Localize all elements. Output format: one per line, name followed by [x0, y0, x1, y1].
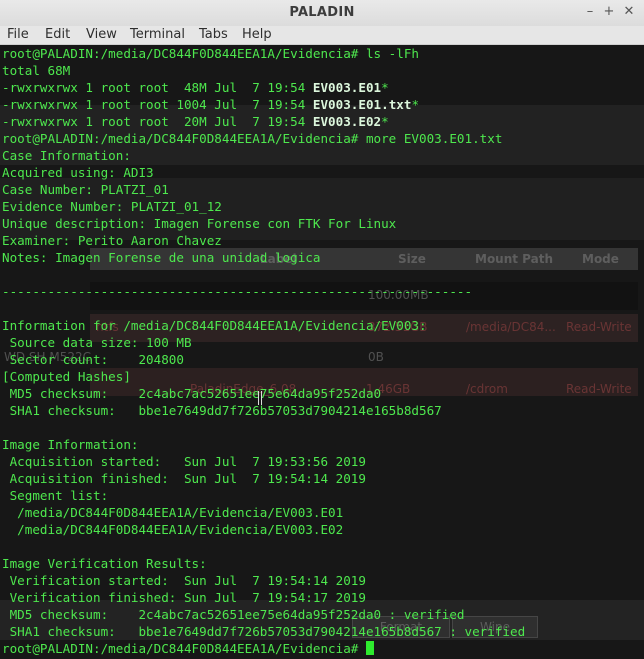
line-text: [Computed Hashes]: [2, 369, 131, 384]
menu-tabs[interactable]: Tabs: [199, 27, 228, 43]
line-text: Acquired using: ADI3: [2, 165, 154, 180]
line-text: Examiner: Perito Aaron Chavez: [2, 233, 222, 248]
line-text: /media/DC844F0D844EEA1A/Evidencia/EV003.…: [2, 505, 344, 520]
line-text: Acquisition finished: Sun Jul 7 19:54:14…: [2, 471, 366, 486]
file-name: EV003.E02: [312, 114, 382, 129]
line-text: root@PALADIN:/media/DC844F0D844EEA1A/Evi…: [2, 46, 420, 61]
terminal-line: Acquisition finished: Sun Jul 7 19:54:14…: [2, 470, 642, 487]
line-text: -rwxrwxrwx 1 root root 1004 Jul 7 19:54: [2, 97, 313, 112]
line-text: *: [381, 114, 389, 129]
line-text: Evidence Number: PLATZI_01_12: [2, 199, 222, 214]
line-text: Sector count: 204800: [2, 352, 184, 367]
line-text: Image Information:: [2, 437, 139, 452]
close-icon[interactable]: ✕: [621, 4, 637, 20]
terminal-line: -rwxrwxrwx 1 root root 20M Jul 7 19:54 E…: [2, 113, 642, 130]
terminal-line: root@PALADIN:/media/DC844F0D844EEA1A/Evi…: [2, 130, 642, 147]
line-text: Case Information:: [2, 148, 131, 163]
terminal-line: Unique description: Imagen Forense con F…: [2, 215, 642, 232]
terminal-line: /media/DC844F0D844EEA1A/Evidencia/EV003.…: [2, 504, 642, 521]
terminal-line: -rwxrwxrwx 1 root root 1004 Jul 7 19:54 …: [2, 96, 642, 113]
line-text: SHA1 checksum: bbe1e7649dd7f726b57053d79…: [2, 403, 442, 418]
line-text: Image Verification Results:: [2, 556, 207, 571]
terminal-line: Image Information:: [2, 436, 642, 453]
line-text: Source data size: 100 MB: [2, 335, 192, 350]
menu-file[interactable]: File: [7, 27, 29, 43]
file-name: EV003.E01: [312, 80, 382, 95]
line-text: *: [381, 80, 389, 95]
line-text: total 68M: [2, 63, 71, 78]
line-text: Acquisition started: Sun Jul 7 19:53:56 …: [2, 454, 366, 469]
line-text: MD5 checksum: 2c4abc7ac52651ee75e64da95f…: [2, 607, 465, 622]
terminal-line: /media/DC844F0D844EEA1A/Evidencia/EV003.…: [2, 521, 642, 538]
terminal-line: Image Verification Results:: [2, 555, 642, 572]
terminal-line: Sector count: 204800: [2, 351, 642, 368]
menu-terminal[interactable]: Terminal: [130, 27, 185, 43]
menu-edit[interactable]: Edit: [45, 27, 70, 43]
minimize-icon[interactable]: –: [582, 4, 598, 20]
terminal-line: SHA1 checksum: bbe1e7649dd7f726b57053d79…: [2, 623, 642, 640]
line-text: Segment list:: [2, 488, 109, 503]
text-cursor-icon: [258, 391, 262, 405]
terminal-line: Examiner: Perito Aaron Chavez: [2, 232, 642, 249]
terminal-line: ----------------------------------------…: [2, 283, 642, 300]
terminal-line: Acquired using: ADI3: [2, 164, 642, 181]
maximize-icon[interactable]: +: [601, 4, 617, 20]
menu-view[interactable]: View: [86, 27, 117, 43]
terminal-line: Verification finished: Sun Jul 7 19:54:1…: [2, 589, 642, 606]
terminal-line: total 68M: [2, 62, 642, 79]
terminal-line: Case Information:: [2, 147, 642, 164]
terminal-line: [Computed Hashes]: [2, 368, 642, 385]
terminal-line: Notes: Imagen Forense de una unidad logi…: [2, 249, 642, 266]
line-text: Information for /media/DC844F0D844EEA1A/…: [2, 318, 427, 333]
window-title: PALADIN: [289, 5, 355, 20]
line-text: -rwxrwxrwx 1 root root 20M Jul 7 19:54: [2, 114, 313, 129]
terminal-output: root@PALADIN:/media/DC844F0D844EEA1A/Evi…: [2, 45, 642, 657]
line-text: Verification finished: Sun Jul 7 19:54:1…: [2, 590, 366, 605]
terminal-line: SHA1 checksum: bbe1e7649dd7f726b57053d79…: [2, 402, 642, 419]
line-text: root@PALADIN:/media/DC844F0D844EEA1A/Evi…: [2, 131, 503, 146]
terminal-line: Evidence Number: PLATZI_01_12: [2, 198, 642, 215]
terminal-line: MD5 checksum: 2c4abc7ac52651ee75e64da95f…: [2, 606, 642, 623]
line-text: Notes: Imagen Forense de una unidad logi…: [2, 250, 321, 265]
terminal-line: Segment list:: [2, 487, 642, 504]
line-text: -rwxrwxrwx 1 root root 48M Jul 7 19:54: [2, 80, 313, 95]
title-bar[interactable]: PALADIN – + ✕: [0, 0, 644, 27]
line-text: SHA1 checksum: bbe1e7649dd7f726b57053d79…: [2, 624, 526, 639]
line-text: MD5 checksum: 2c4abc7ac52651ee75e64da95f…: [2, 386, 382, 401]
terminal-line: Information for /media/DC844F0D844EEA1A/…: [2, 317, 642, 334]
prompt-text: root@PALADIN:/media/DC844F0D844EEA1A/Evi…: [2, 641, 366, 656]
terminal-line: Acquisition started: Sun Jul 7 19:53:56 …: [2, 453, 642, 470]
menu-help[interactable]: Help: [242, 27, 272, 43]
file-name: EV003.E01.txt: [312, 97, 412, 112]
line-text: Unique description: Imagen Forense con F…: [2, 216, 397, 231]
menu-bar: File Edit View Terminal Tabs Help: [0, 26, 644, 45]
line-text: Case Number: PLATZI_01: [2, 182, 169, 197]
line-text: /media/DC844F0D844EEA1A/Evidencia/EV003.…: [2, 522, 344, 537]
terminal-line: -rwxrwxrwx 1 root root 48M Jul 7 19:54 E…: [2, 79, 642, 96]
terminal-area[interactable]: Label Size Mount Path Mode 100.00MB ntfs…: [0, 45, 644, 659]
line-text: *: [411, 97, 420, 112]
terminal-line: Verification started: Sun Jul 7 19:54:14…: [2, 572, 642, 589]
line-text: ----------------------------------------…: [2, 284, 473, 299]
line-text: Verification started: Sun Jul 7 19:54:14…: [2, 573, 366, 588]
terminal-line: Case Number: PLATZI_01: [2, 181, 642, 198]
prompt-line[interactable]: root@PALADIN:/media/DC844F0D844EEA1A/Evi…: [2, 640, 642, 657]
terminal-line: MD5 checksum: 2c4abc7ac52651ee75e64da95f…: [2, 385, 642, 402]
terminal-line: root@PALADIN:/media/DC844F0D844EEA1A/Evi…: [2, 45, 642, 62]
terminal-line: Source data size: 100 MB: [2, 334, 642, 351]
cursor-block: [365, 641, 374, 655]
